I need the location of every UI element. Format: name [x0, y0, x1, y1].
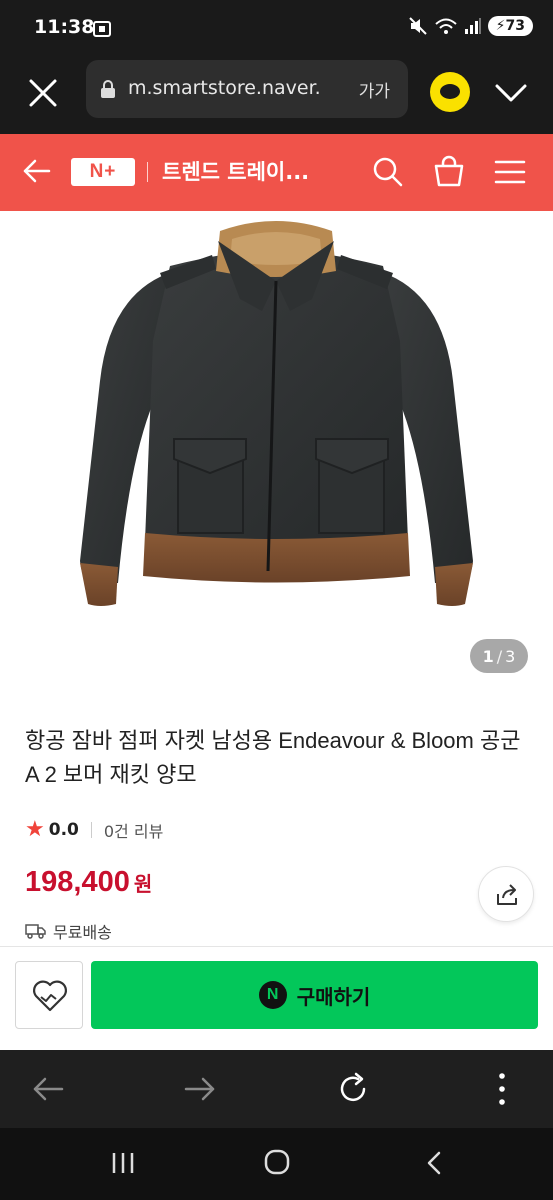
battery-level: 73: [505, 18, 525, 34]
recent-apps-icon[interactable]: [110, 1150, 136, 1176]
review-count[interactable]: 0건 리뷰: [104, 818, 163, 842]
naver-plus-logo[interactable]: N+: [71, 158, 135, 186]
shipping-info: 무료배송: [25, 919, 112, 943]
browser-toolbar: [0, 1050, 553, 1128]
mute-icon: [408, 17, 427, 35]
cart-icon[interactable]: [432, 154, 466, 188]
font-size-button[interactable]: 가가: [359, 77, 390, 102]
home-icon[interactable]: [263, 1148, 291, 1176]
chevron-down-icon[interactable]: [494, 78, 528, 108]
header-divider: [147, 162, 148, 182]
battery-icon: ⚡73: [487, 16, 533, 36]
signal-icon: [464, 18, 481, 34]
url-text: m.smartstore.naver.: [128, 77, 321, 99]
product-title: 항공 잠바 점퍼 자켓 남성용 Endeavour & Bloom 공군 A 2…: [25, 728, 521, 787]
heart-icon: [33, 980, 67, 1012]
lock-icon: [101, 80, 115, 98]
wishlist-button[interactable]: [15, 961, 83, 1029]
rating-row[interactable]: ★ 0.0 0건 리뷰: [25, 818, 163, 842]
image-counter-current: 1: [482, 646, 494, 666]
buy-button[interactable]: N 구매하기: [91, 961, 538, 1029]
shipping-label: 무료배송: [53, 923, 112, 942]
menu-icon[interactable]: [494, 158, 526, 186]
naver-pay-icon: N: [258, 981, 287, 1009]
image-counter-separator: /: [496, 646, 503, 666]
close-icon[interactable]: [26, 76, 60, 110]
system-navigation-bar: [0, 1128, 553, 1200]
forward-icon[interactable]: [184, 1074, 216, 1104]
reload-icon[interactable]: [336, 1072, 370, 1106]
rating-value: 0.0: [48, 820, 79, 840]
back-arrow-icon[interactable]: [22, 156, 52, 186]
store-header: N+ 트렌드 트레이...: [0, 134, 553, 211]
status-time: 11:38: [34, 16, 95, 38]
status-icons: ⚡73: [408, 16, 533, 36]
price-unit: 원: [133, 872, 153, 896]
rating-divider: [90, 822, 92, 838]
star-icon: ★: [25, 817, 45, 842]
image-counter: 1 / 3: [470, 639, 528, 673]
price: 198,400: [25, 866, 130, 898]
search-icon[interactable]: [372, 156, 404, 188]
product-content: 1 / 3 항공 잠바 점퍼 자켓 남성용 Endeavour & Bloom …: [0, 211, 553, 946]
jacket-photo: [80, 221, 473, 606]
store-name[interactable]: 트렌드 트레이...: [162, 156, 309, 186]
buy-button-label: 구매하기: [296, 984, 371, 1009]
kakaotalk-icon[interactable]: [430, 72, 470, 112]
purchase-action-bar: N 구매하기: [0, 946, 553, 1050]
truck-icon: [25, 924, 46, 939]
image-counter-total: 3: [505, 646, 516, 666]
back-icon[interactable]: [32, 1074, 64, 1104]
share-button[interactable]: [478, 866, 534, 922]
screen-record-icon: [93, 21, 111, 37]
url-field[interactable]: m.smartstore.naver. 가가: [86, 60, 408, 118]
wifi-icon: [435, 18, 457, 34]
share-icon: [497, 884, 517, 905]
nav-back-icon[interactable]: [424, 1150, 444, 1176]
price-row: 198,400 원: [25, 866, 152, 899]
browser-address-bar: m.smartstore.naver. 가가: [0, 56, 553, 134]
status-bar: 11:38 ⚡73: [0, 0, 553, 56]
more-icon[interactable]: [496, 1072, 508, 1106]
product-image[interactable]: 1 / 3: [0, 211, 553, 686]
